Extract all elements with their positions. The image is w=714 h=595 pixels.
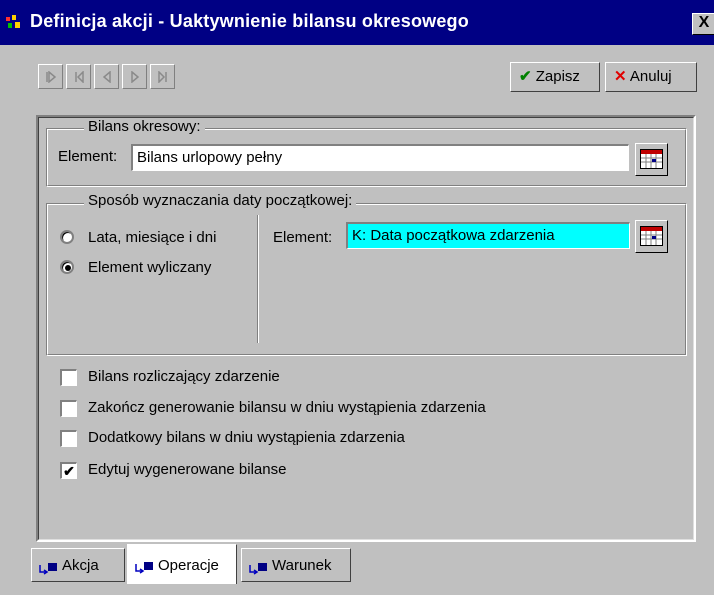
tab-akcja[interactable]: Akcja [31, 548, 125, 582]
close-button[interactable]: X [692, 13, 714, 35]
arrow-square-icon [39, 563, 57, 575]
arrow-square-icon [135, 562, 153, 574]
checkbox-zakoncz-generowanie[interactable] [60, 400, 77, 417]
bilans-picker-button[interactable] [635, 143, 668, 176]
radio-selected-dot [65, 265, 71, 271]
checkbox-label: Edytuj wygenerowane bilanse [88, 461, 287, 478]
prev-group-icon [74, 70, 84, 84]
prev-button[interactable] [94, 64, 119, 89]
checkbox-label: Zakończ generowanie bilansu w dniu wystą… [88, 399, 486, 416]
prev-icon [102, 70, 111, 84]
table-picker-icon [640, 226, 663, 246]
next-icon [130, 70, 139, 84]
tab-label: Warunek [272, 557, 332, 574]
checkbox-dodatkowy-bilans[interactable] [60, 430, 77, 447]
vertical-divider [257, 215, 259, 343]
cancel-label: Anuluj [629, 68, 672, 85]
last-button[interactable] [150, 64, 175, 89]
date-legend: Sposób wyznaczania daty początkowej: [84, 192, 357, 209]
window-title: Definicja akcji - Uaktywnienie bilansu o… [30, 11, 469, 31]
check-icon: ✔ [519, 68, 532, 85]
save-button[interactable]: ✔ Zapisz [510, 62, 600, 92]
first-icon [45, 70, 56, 84]
close-icon: X [698, 14, 710, 31]
radio-computed-element[interactable] [60, 260, 74, 274]
checkbox-edytuj-bilanse[interactable]: ✔ [60, 462, 77, 479]
tab-operacje[interactable]: Operacje [127, 544, 237, 584]
table-picker-icon [640, 149, 663, 169]
checkbox-bilans-rozliczajacy[interactable] [60, 369, 77, 386]
save-label: Zapisz [535, 68, 580, 85]
next-button[interactable] [122, 64, 147, 89]
last-icon [157, 70, 167, 84]
bilans-legend: Bilans okresowy: [84, 118, 205, 135]
prev-group-button[interactable] [66, 64, 91, 89]
date-element-field[interactable]: K: Data początkowa zdarzenia [346, 222, 630, 249]
radio-computed-label: Element wyliczany [88, 259, 212, 276]
radio-years-months-days[interactable] [60, 230, 74, 244]
bilans-element-label: Element: [58, 148, 118, 165]
bilans-element-field[interactable]: Bilans urlopowy pełny [131, 144, 629, 171]
date-element-label: Element: [273, 229, 333, 246]
checkbox-label: Bilans rozliczający zdarzenie [88, 368, 280, 385]
cancel-icon: ✕ [614, 68, 627, 85]
tab-label: Operacje [158, 557, 219, 574]
radio-years-label: Lata, miesiące i dni [88, 229, 217, 246]
tab-warunek[interactable]: Warunek [241, 548, 351, 582]
cancel-button[interactable]: ✕ Anuluj [605, 62, 697, 92]
date-picker-button[interactable] [635, 220, 668, 253]
tab-label: Akcja [62, 557, 99, 574]
app-icon [6, 15, 20, 28]
checkbox-label: Dodatkowy bilans w dniu wystąpienia zdar… [88, 429, 405, 446]
first-button[interactable] [38, 64, 63, 89]
arrow-square-icon [249, 563, 267, 575]
title-bar: Definicja akcji - Uaktywnienie bilansu o… [0, 0, 714, 45]
